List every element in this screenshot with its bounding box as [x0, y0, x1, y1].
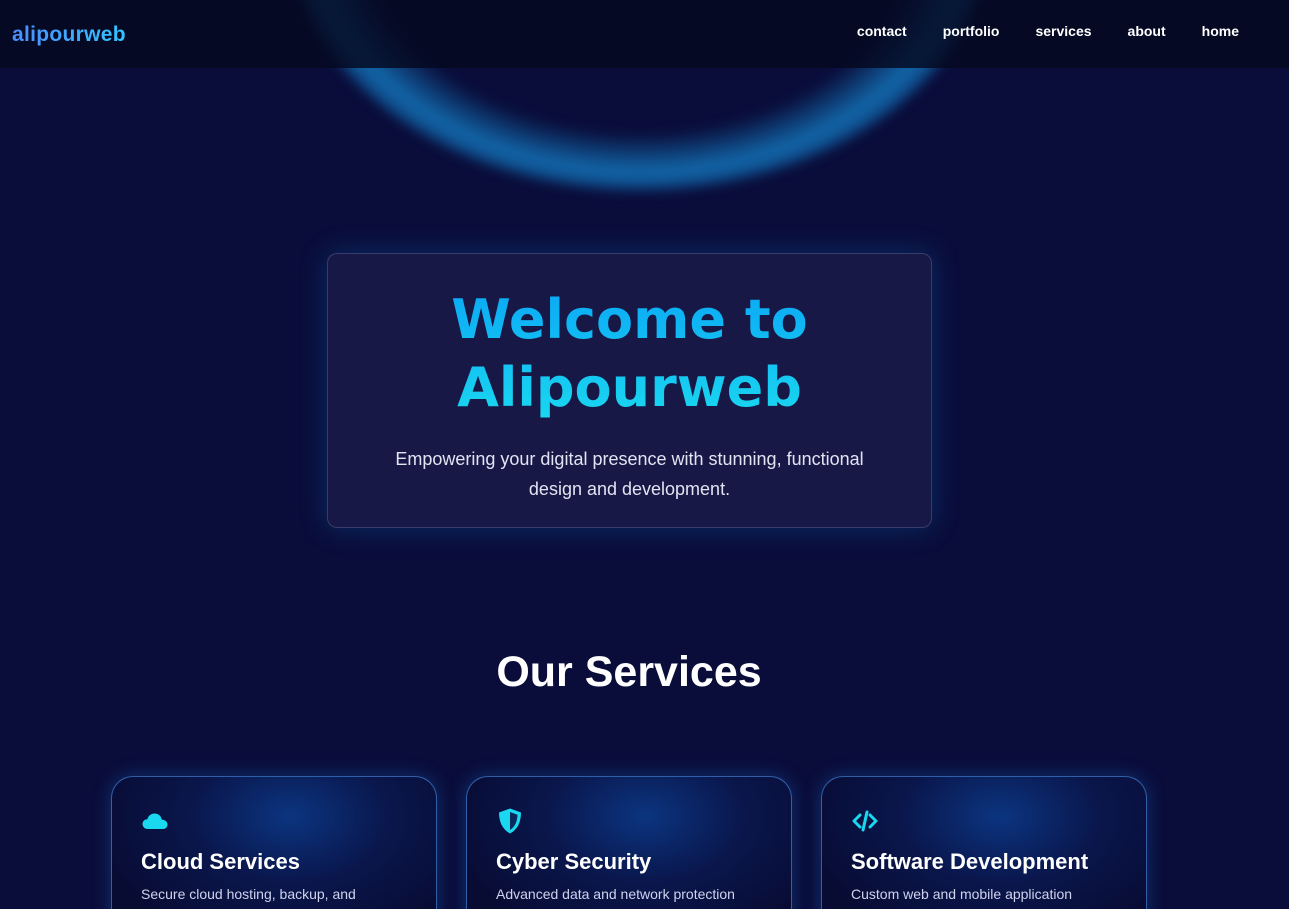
hero-card: Welcome to Alipourweb Empowering your di…: [327, 253, 932, 528]
hero-subtitle: Empowering your digital presence with st…: [395, 449, 864, 499]
service-description: Advanced data and network protection: [496, 886, 735, 902]
cloud-icon: [142, 813, 168, 829]
navbar: alipourweb contact portfolio services ab…: [0, 0, 1289, 68]
hero-title-line1: Welcome to: [451, 288, 808, 351]
code-icon: [852, 810, 878, 832]
service-description: Custom web and mobile application: [851, 886, 1073, 902]
nav-link-about[interactable]: about: [1128, 23, 1166, 39]
shield-icon: [499, 808, 521, 834]
nav-links: contact portfolio services about home: [821, 23, 1239, 39]
nav-link-services[interactable]: services: [1035, 23, 1091, 39]
site-logo[interactable]: alipourweb: [12, 23, 126, 47]
service-title: Cyber Security: [496, 849, 652, 874]
service-card-security[interactable]: Cyber Security Advanced data and network…: [466, 776, 792, 909]
nav-link-home[interactable]: home: [1202, 23, 1239, 39]
services-heading: Our Services: [496, 648, 762, 696]
nav-link-portfolio[interactable]: portfolio: [943, 23, 1000, 39]
service-card-software[interactable]: Software Development Custom web and mobi…: [821, 776, 1147, 909]
service-title: Software Development: [851, 849, 1089, 874]
hero-title: Welcome to Alipourweb: [328, 286, 931, 422]
service-description: Secure cloud hosting, backup, and: [141, 886, 356, 902]
hero-title-line2: Alipourweb: [457, 356, 802, 419]
service-title: Cloud Services: [141, 849, 300, 874]
service-card-cloud[interactable]: Cloud Services Secure cloud hosting, bac…: [111, 776, 437, 909]
page: alipourweb contact portfolio services ab…: [0, 0, 1289, 909]
nav-link-contact[interactable]: contact: [857, 23, 907, 39]
